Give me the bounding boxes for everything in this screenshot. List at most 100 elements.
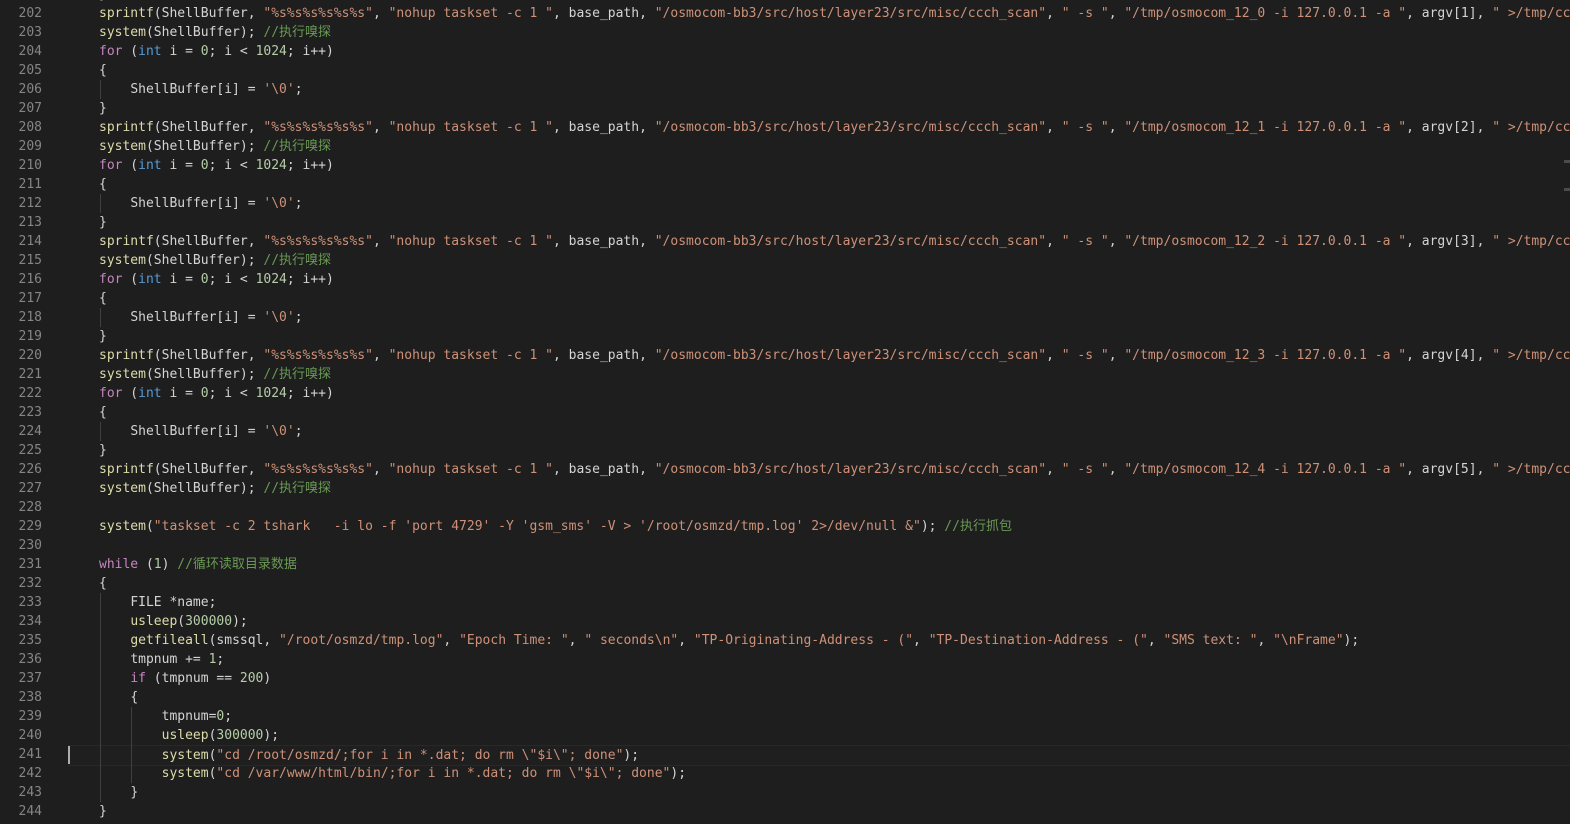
code-token: , [443, 633, 460, 648]
code-token: system [161, 766, 209, 781]
code-line[interactable] [68, 536, 99, 555]
line-number: 222 [18, 386, 42, 401]
code-token: "Epoch Time: " [459, 633, 569, 648]
code-line[interactable]: ShellBuffer[i] = '\0'; [68, 80, 302, 99]
text-cursor [68, 746, 70, 764]
code-line[interactable]: system(ShellBuffer); //执行嗅探 [68, 251, 331, 270]
code-token: "/osmocom-bb3/src/host/layer23/src/misc/… [654, 6, 1047, 21]
line-number: 237 [18, 671, 42, 686]
code-token: if [130, 671, 146, 686]
code-line[interactable] [68, 498, 99, 517]
code-line[interactable]: for (int i = 0; i < 1024; i++) [68, 42, 334, 61]
code-token: } [99, 443, 107, 458]
code-line[interactable]: while (1) //循环读取目录数据 [68, 555, 297, 574]
code-token: //执行嗅探 [263, 139, 332, 154]
code-token: (smssql, [208, 633, 280, 648]
code-token: ( [122, 44, 139, 59]
code-area[interactable]: }sprintf(ShellBuffer, "%s%s%s%s%s%s", "n… [68, 0, 1570, 824]
code-line[interactable]: system("cd /root/osmzd/;for i in *.dat; … [68, 745, 1570, 766]
line-number: 225 [18, 443, 42, 458]
code-token: (ShellBuffer); [145, 25, 264, 40]
line-number: 236 [18, 652, 42, 667]
code-token: '\0' [263, 196, 295, 211]
code-token: for [99, 272, 123, 287]
line-number: 224 [18, 424, 42, 439]
code-token: system [99, 139, 146, 154]
line-number: 227 [18, 481, 42, 496]
line-number: 234 [18, 614, 42, 629]
line-number: 209 [18, 139, 42, 154]
code-token: '\0' [263, 424, 295, 439]
code-line[interactable]: system(ShellBuffer); //执行嗅探 [68, 365, 331, 384]
line-number: 211 [18, 177, 42, 192]
code-line[interactable]: ShellBuffer[i] = '\0'; [68, 422, 302, 441]
code-token: "TP-Destination-Address - (" [928, 633, 1148, 648]
code-line[interactable]: FILE *name; [68, 593, 216, 612]
code-line[interactable]: { [68, 175, 107, 194]
code-line[interactable]: { [68, 403, 107, 422]
code-line[interactable]: system(ShellBuffer); //执行嗅探 [68, 479, 331, 498]
code-token: //执行嗅探 [263, 367, 332, 382]
code-line[interactable]: } [68, 213, 107, 232]
code-token: 0 [200, 44, 209, 59]
code-token: " -s " [1061, 6, 1109, 21]
code-token: while [99, 557, 139, 572]
code-line[interactable]: system(ShellBuffer); //执行嗅探 [68, 137, 331, 156]
code-token: " >/tmp/ccch_scan_12_0.log [1492, 6, 1570, 21]
code-editor[interactable]: 2012022032042052062072082092102112122132… [0, 0, 1570, 824]
code-line[interactable]: tmpnum=0; [68, 707, 232, 726]
code-line[interactable]: sprintf(ShellBuffer, "%s%s%s%s%s%s", "no… [68, 118, 1570, 137]
code-token: ; i < [208, 386, 256, 401]
code-token: sprintf [99, 6, 154, 21]
line-number: 205 [18, 63, 42, 78]
line-number: 228 [18, 500, 42, 515]
code-token: i = [161, 158, 201, 173]
code-line[interactable]: sprintf(ShellBuffer, "%s%s%s%s%s%s", "no… [68, 4, 1570, 23]
code-line[interactable]: { [68, 688, 138, 707]
code-line[interactable]: system("taskset -c 2 tshark -i lo -f 'po… [68, 517, 1012, 536]
code-line[interactable]: usleep(300000); [68, 612, 247, 631]
code-token: "nohup taskset -c 1 " [388, 234, 553, 249]
code-token: 1024 [255, 158, 287, 173]
code-line[interactable]: ShellBuffer[i] = '\0'; [68, 308, 302, 327]
code-line[interactable]: { [68, 574, 107, 593]
code-token: ( [122, 158, 139, 173]
overview-ruler-marker [1564, 160, 1570, 163]
code-token: , [372, 120, 389, 135]
code-token: getfileall [130, 633, 209, 648]
code-line[interactable]: sprintf(ShellBuffer, "%s%s%s%s%s%s", "no… [68, 460, 1570, 479]
code-line[interactable]: } [68, 783, 138, 802]
code-line[interactable]: { [68, 289, 107, 308]
code-token: " -s " [1061, 234, 1109, 249]
code-line[interactable]: tmpnum += 1; [68, 650, 224, 669]
indent-guide [100, 194, 101, 213]
code-token: system [99, 481, 146, 496]
code-line[interactable]: { [68, 61, 107, 80]
code-token: "/osmocom-bb3/src/host/layer23/src/misc/… [654, 234, 1047, 249]
code-line[interactable]: ShellBuffer[i] = '\0'; [68, 194, 302, 213]
code-line[interactable]: sprintf(ShellBuffer, "%s%s%s%s%s%s", "no… [68, 346, 1570, 365]
code-token: , [1046, 462, 1062, 477]
code-line[interactable]: for (int i = 0; i < 1024; i++) [68, 270, 334, 289]
code-line[interactable]: system("cd /var/www/html/bin/;for i in *… [68, 764, 686, 783]
code-token: { [99, 291, 107, 306]
code-token: , [1108, 348, 1125, 363]
code-token: , [913, 633, 929, 648]
code-token: ; i++) [286, 158, 334, 173]
code-line[interactable]: for (int i = 0; i < 1024; i++) [68, 156, 334, 175]
code-line[interactable]: } [68, 99, 107, 118]
code-token: i = [161, 386, 201, 401]
code-line[interactable]: } [68, 441, 107, 460]
line-number: 235 [18, 633, 42, 648]
code-line[interactable]: } [68, 327, 107, 346]
code-token: , base_path, [552, 120, 655, 135]
code-line[interactable]: for (int i = 0; i < 1024; i++) [68, 384, 334, 403]
code-token: "/osmocom-bb3/src/host/layer23/src/misc/… [654, 462, 1047, 477]
code-token: ( [177, 614, 186, 629]
code-token: , argv[2], [1406, 120, 1493, 135]
code-line[interactable]: sprintf(ShellBuffer, "%s%s%s%s%s%s", "no… [68, 232, 1570, 251]
code-line[interactable]: } [68, 802, 107, 821]
code-line[interactable]: system(ShellBuffer); //执行嗅探 [68, 23, 331, 42]
code-line[interactable]: if (tmpnum == 200) [68, 669, 271, 688]
code-line[interactable]: getfileall(smssql, "/root/osmzd/tmp.log"… [68, 631, 1359, 650]
